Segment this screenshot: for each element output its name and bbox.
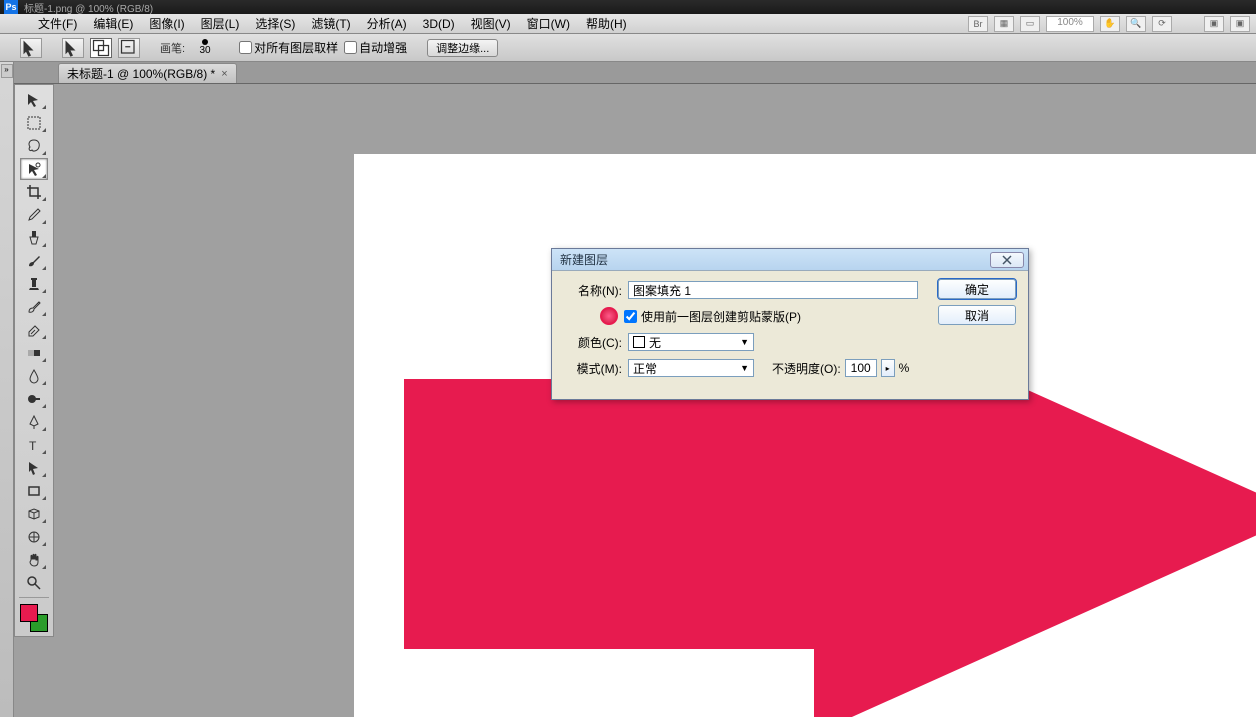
- menu-select[interactable]: 选择(S): [247, 15, 303, 32]
- brush-label: 画笔:: [160, 40, 185, 56]
- 3d-object-tool[interactable]: [20, 503, 48, 525]
- auto-enhance-checkbox-input[interactable]: [344, 41, 357, 54]
- zoom-tool[interactable]: [20, 572, 48, 594]
- clipping-mask-label: 使用前一图层创建剪贴蒙版(P): [641, 308, 801, 325]
- menu-filter[interactable]: 滤镜(T): [303, 15, 358, 32]
- menu-image[interactable]: 图像(I): [141, 15, 192, 32]
- auto-enhance-label: 自动增强: [359, 39, 407, 56]
- pen-tool[interactable]: [20, 411, 48, 433]
- zoom-level-input[interactable]: 100%: [1046, 16, 1094, 32]
- tool-preset-picker[interactable]: [20, 38, 42, 58]
- layer-color-select[interactable]: 无 ▼: [628, 333, 754, 351]
- brush-size-picker[interactable]: 30: [191, 39, 219, 56]
- menu-help[interactable]: 帮助(H): [578, 15, 635, 32]
- sample-all-checkbox-input[interactable]: [239, 41, 252, 54]
- new-layer-dialog: 新建图层 确定 取消 名称(N): 使用前一图层创建剪贴蒙版(P) 颜色(C):…: [551, 248, 1029, 400]
- rotate-view-icon[interactable]: ⟳: [1152, 16, 1172, 32]
- move-tool[interactable]: [20, 89, 48, 111]
- document-tab-title: 未标题-1 @ 100%(RGB/8) *: [67, 65, 215, 82]
- screen-mode-icon[interactable]: ▭: [1020, 16, 1040, 32]
- menu-file[interactable]: 文件(F): [30, 15, 85, 32]
- name-label: 名称(N):: [564, 282, 622, 299]
- left-dock-strip: »: [0, 62, 14, 717]
- dialog-body: 确定 取消 名称(N): 使用前一图层创建剪贴蒙版(P) 颜色(C): 无 ▼ …: [552, 271, 1028, 399]
- menu-bar: 文件(F) 编辑(E) 图像(I) 图层(L) 选择(S) 滤镜(T) 分析(A…: [0, 14, 1256, 34]
- brush-tool[interactable]: [20, 250, 48, 272]
- mode-value: 正常: [633, 360, 657, 377]
- layer-name-input[interactable]: [628, 281, 918, 299]
- menu-view[interactable]: 视图(V): [463, 15, 519, 32]
- crop-tool[interactable]: [20, 181, 48, 203]
- blend-mode-select[interactable]: 正常 ▼: [628, 359, 754, 377]
- color-label: 颜色(C):: [564, 334, 622, 351]
- menu-window[interactable]: 窗口(W): [519, 15, 578, 32]
- brush-size-value: 30: [200, 45, 211, 56]
- shape-tool[interactable]: [20, 480, 48, 502]
- mode-label: 模式(M):: [564, 360, 622, 377]
- caret-down-icon: ▼: [740, 363, 749, 373]
- bridge-icon[interactable]: Br: [968, 16, 988, 32]
- lasso-tool[interactable]: [20, 135, 48, 157]
- subtract-selection-icon[interactable]: [118, 38, 140, 58]
- caret-down-icon: ▼: [740, 337, 749, 347]
- add-selection-icon[interactable]: [90, 38, 112, 58]
- dialog-title: 新建图层: [560, 251, 608, 268]
- color-value: 无: [649, 334, 661, 351]
- new-selection-icon[interactable]: [62, 38, 84, 58]
- menu-edit[interactable]: 编辑(E): [85, 15, 141, 32]
- eyedropper-tool[interactable]: [20, 204, 48, 226]
- dialog-close-button[interactable]: [990, 252, 1024, 268]
- ok-button[interactable]: 确定: [938, 279, 1016, 299]
- arrange-icon[interactable]: ▦: [994, 16, 1014, 32]
- dialog-titlebar[interactable]: 新建图层: [552, 249, 1028, 271]
- type-tool[interactable]: T: [20, 434, 48, 456]
- options-bar: 画笔: 30 对所有图层取样 自动增强 调整边缘...: [0, 34, 1256, 62]
- menu-3d[interactable]: 3D(D): [415, 17, 463, 31]
- 3d-camera-tool[interactable]: [20, 526, 48, 548]
- cancel-button[interactable]: 取消: [938, 305, 1016, 325]
- hand-tool[interactable]: [20, 549, 48, 571]
- toolbox: T: [14, 84, 54, 637]
- gradient-tool[interactable]: [20, 342, 48, 364]
- opacity-flyout-icon[interactable]: ▸: [881, 359, 895, 377]
- marquee-tool[interactable]: [20, 112, 48, 134]
- color-none-swatch-icon: [633, 336, 645, 348]
- history-brush-tool[interactable]: [20, 296, 48, 318]
- auto-enhance-checkbox[interactable]: 自动增强: [344, 39, 407, 56]
- highlight-marker-icon: [600, 307, 618, 325]
- hand-tool-shortcut-icon[interactable]: ✋: [1100, 16, 1120, 32]
- refine-edge-button[interactable]: 调整边缘...: [427, 39, 498, 57]
- opacity-input[interactable]: [845, 359, 877, 377]
- foreground-color-swatch[interactable]: [20, 604, 38, 622]
- eraser-tool[interactable]: [20, 319, 48, 341]
- workspace-icon-2[interactable]: ▣: [1230, 16, 1250, 32]
- menu-layer[interactable]: 图层(L): [193, 15, 248, 32]
- svg-text:T: T: [29, 439, 37, 453]
- opacity-unit: %: [899, 361, 910, 375]
- sample-all-layers-checkbox[interactable]: 对所有图层取样: [239, 39, 338, 56]
- document-tab[interactable]: 未标题-1 @ 100%(RGB/8) * ×: [58, 63, 237, 83]
- blur-tool[interactable]: [20, 365, 48, 387]
- workspace[interactable]: [54, 84, 1256, 717]
- toolbox-divider: [19, 597, 49, 598]
- color-swatches[interactable]: [20, 604, 48, 632]
- document-tab-bar: 未标题-1 @ 100%(RGB/8) * ×: [0, 62, 1256, 84]
- sample-all-label: 对所有图层取样: [254, 39, 338, 56]
- clipping-mask-checkbox-input[interactable]: [624, 310, 637, 323]
- workspace-icon-1[interactable]: ▣: [1204, 16, 1224, 32]
- dodge-tool[interactable]: [20, 388, 48, 410]
- path-selection-tool[interactable]: [20, 457, 48, 479]
- app-titlebar: Ps 标题-1.png @ 100% (RGB/8): [0, 0, 1256, 14]
- clipping-mask-checkbox[interactable]: 使用前一图层创建剪贴蒙版(P): [624, 308, 801, 325]
- titlebar-text: 标题-1.png @ 100% (RGB/8): [24, 0, 153, 15]
- close-tab-icon[interactable]: ×: [221, 68, 227, 80]
- collapse-dock-icon[interactable]: »: [1, 64, 13, 78]
- opacity-label: 不透明度(O):: [772, 360, 841, 377]
- menu-analysis[interactable]: 分析(A): [359, 15, 415, 32]
- ps-logo-icon: Ps: [4, 0, 18, 14]
- healing-brush-tool[interactable]: [20, 227, 48, 249]
- clone-stamp-tool[interactable]: [20, 273, 48, 295]
- zoom-tool-shortcut-icon[interactable]: 🔍: [1126, 16, 1146, 32]
- quick-selection-tool[interactable]: [20, 158, 48, 180]
